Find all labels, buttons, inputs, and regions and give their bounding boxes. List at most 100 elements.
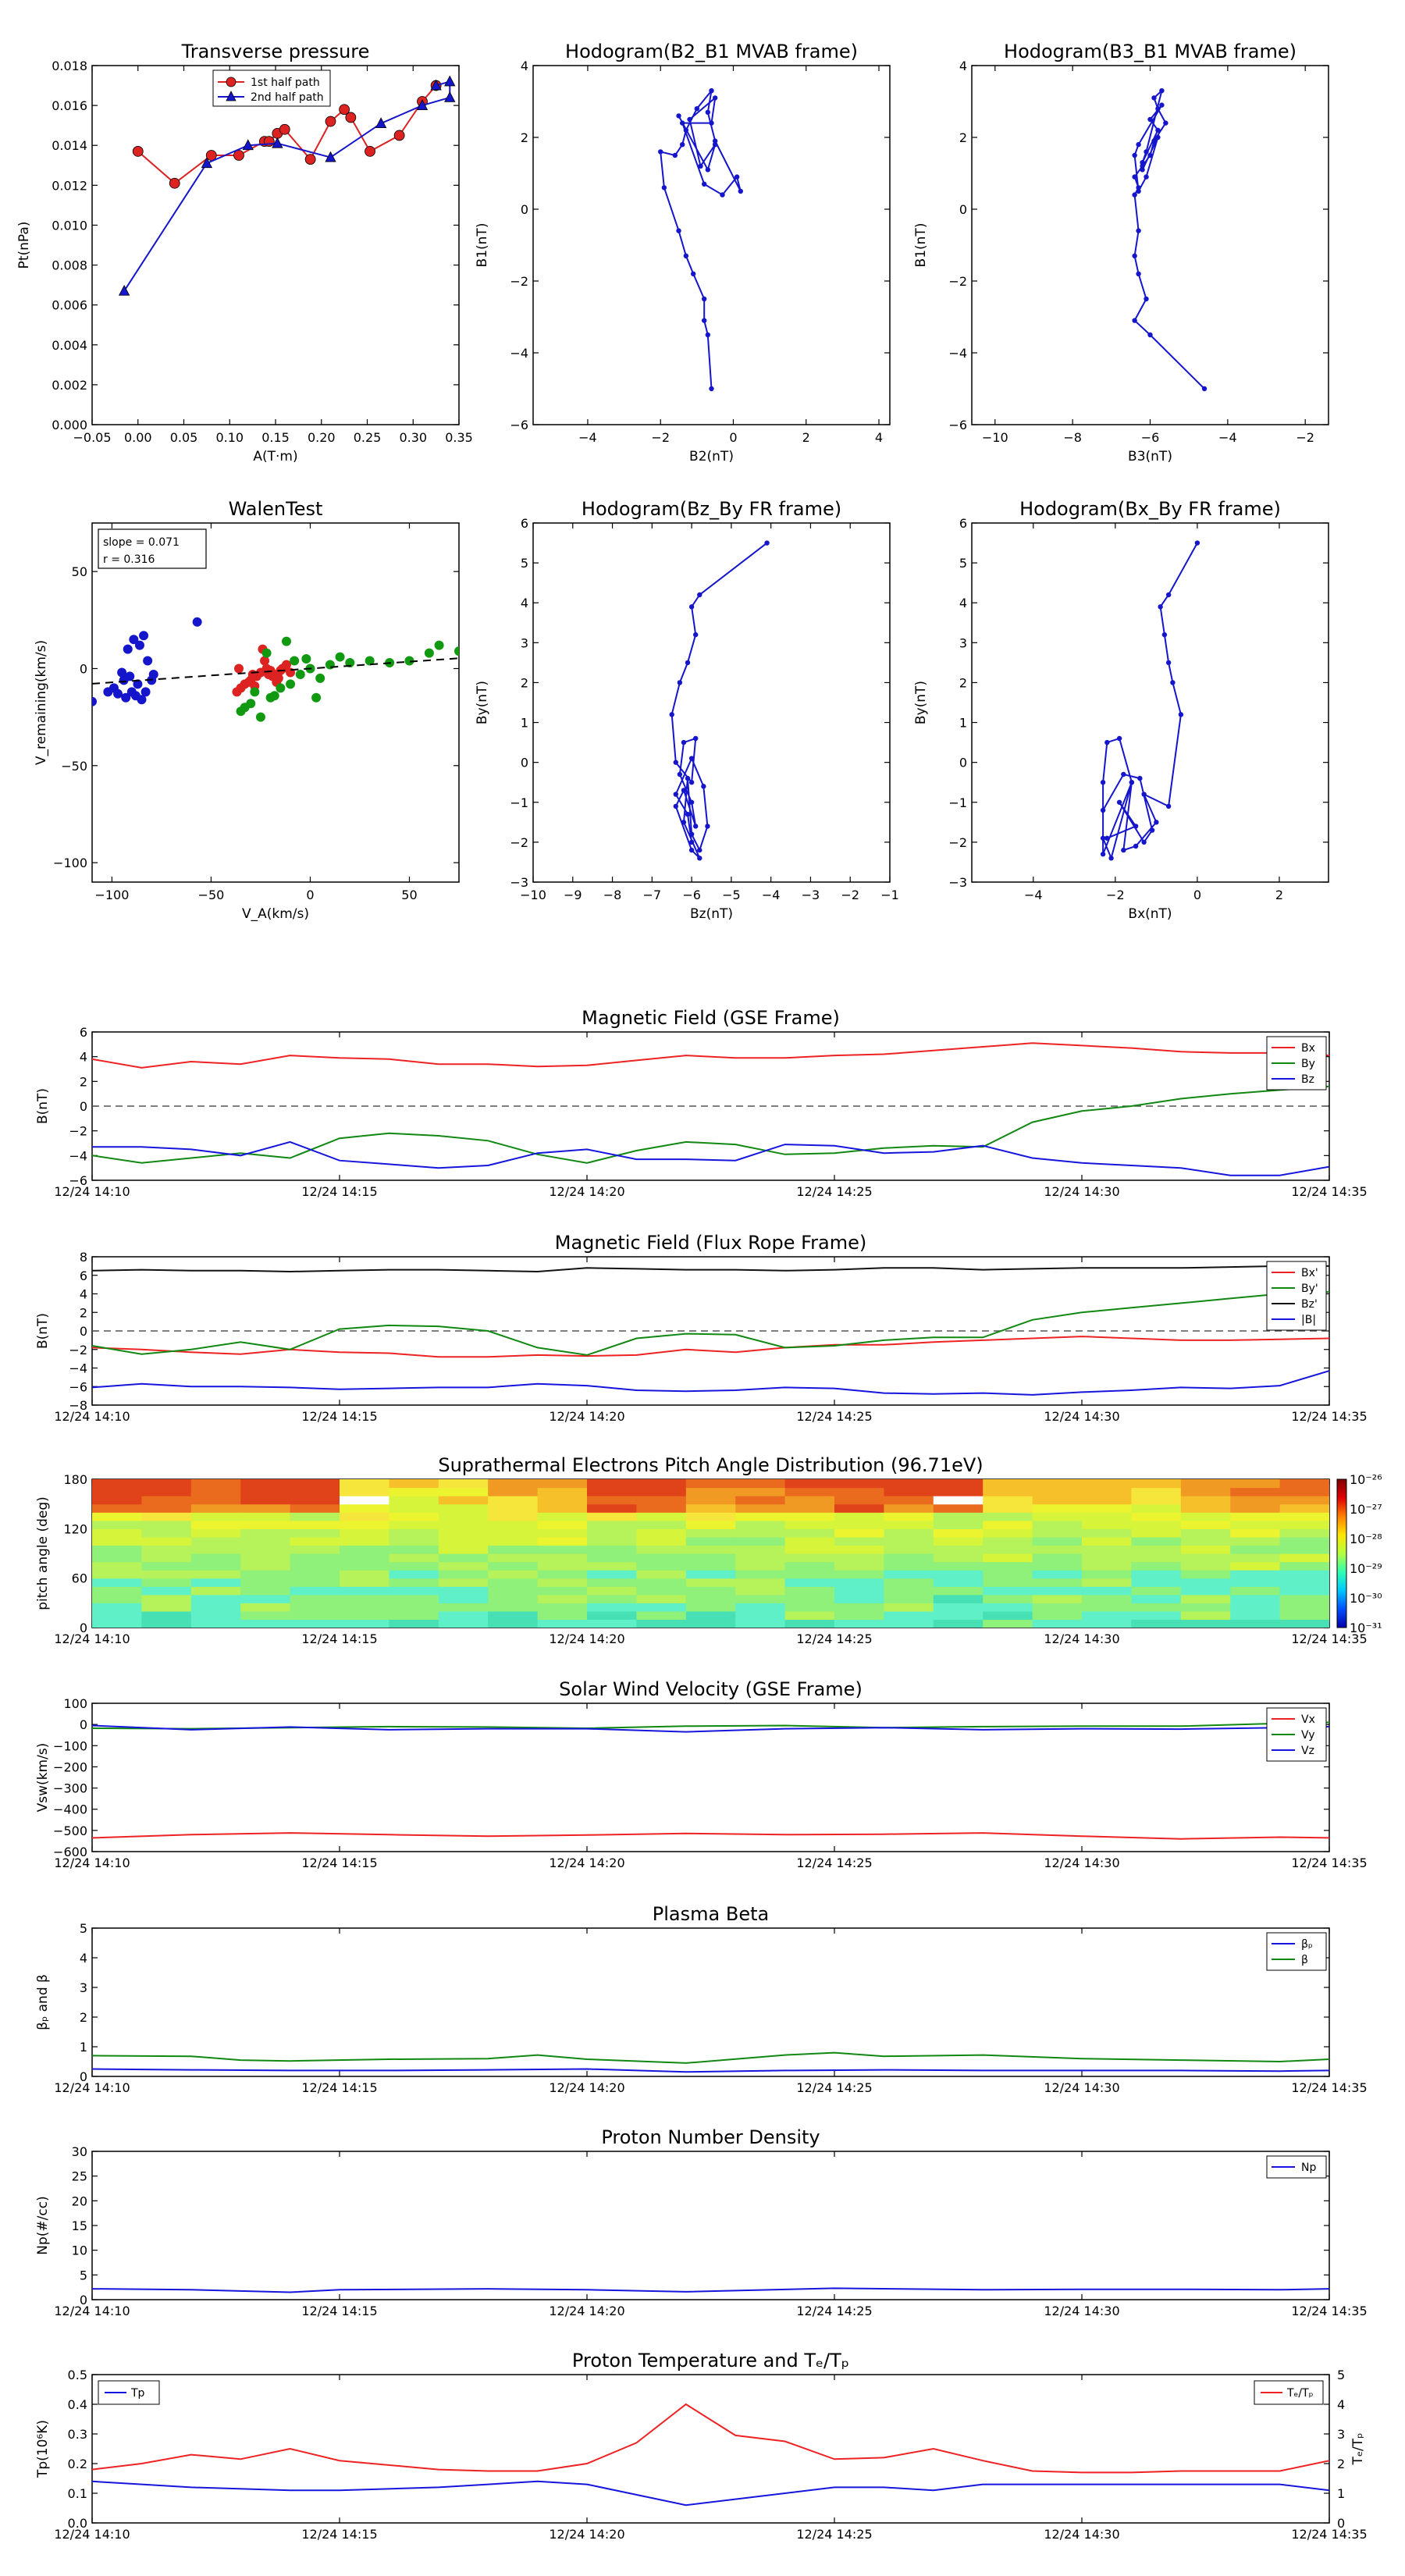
- heatmap-cell: [389, 1578, 439, 1587]
- heatmap-cell: [141, 1536, 192, 1546]
- heatmap-cell: [1131, 1570, 1182, 1579]
- data-marker: [345, 112, 357, 123]
- legend-label: Np: [1301, 2161, 1316, 2174]
- data-marker: [681, 820, 687, 825]
- panel-beta: Plasma Beta 12/24 14:10 12/24 14:15 12/24 1…: [35, 1903, 1368, 2095]
- heatmap-cell: [983, 1619, 1033, 1628]
- heatmap-cell: [290, 1512, 340, 1521]
- y-tick-label: 6: [80, 1025, 87, 1040]
- heatmap-cell: [884, 1528, 934, 1538]
- heatmap-cell: [488, 1536, 539, 1546]
- heatmap-cell: [488, 1520, 539, 1529]
- data-marker: [688, 831, 695, 837]
- data-marker: [1178, 712, 1184, 717]
- panel-tp: Transverse pressure−0.05 0.00 0.05 0.10 0.15…: [16, 41, 473, 464]
- y-tick-label: 4: [521, 596, 528, 610]
- x-tick-label: 0.20: [308, 430, 336, 445]
- heatmap-cell: [488, 1487, 539, 1496]
- heatmap-cell: [537, 1528, 588, 1538]
- heatmap-cell: [834, 1603, 884, 1612]
- y-tick-label-right: 4: [1337, 2397, 1345, 2412]
- heatmap-cell: [389, 1570, 439, 1579]
- x-tick-label: 12/24 14:20: [549, 2527, 624, 2542]
- heatmap-cell: [587, 1545, 637, 1554]
- heatmap-cell: [1230, 1512, 1281, 1521]
- x-tick-label: 12/24 14:30: [1044, 2080, 1119, 2095]
- heatmap-cell: [1131, 1496, 1182, 1505]
- heatmap-cell: [290, 1496, 340, 1505]
- heatmap-cell: [240, 1503, 291, 1513]
- plot-area: [91, 2151, 1330, 2300]
- heatmap-cell: [537, 1610, 588, 1621]
- y-tick-label-right: 2: [1337, 2457, 1345, 2471]
- heatmap-cell: [884, 1512, 934, 1521]
- heatmap-cell: [141, 1594, 192, 1603]
- heatmap-cell: [92, 1512, 142, 1521]
- heatmap-cell: [1230, 1503, 1281, 1513]
- heatmap-cell: [884, 1520, 934, 1529]
- heatmap-cell: [1082, 1610, 1132, 1621]
- x-tick-label: 12/24 14:30: [1044, 1856, 1119, 1870]
- heatmap-cell: [190, 1496, 241, 1505]
- data-marker: [709, 120, 714, 126]
- y-tick-label: 0: [80, 1099, 87, 1114]
- heatmap-cell: [240, 1528, 291, 1538]
- heatmap-cell: [784, 1586, 835, 1596]
- x-tick-label: 0: [729, 430, 737, 445]
- y-tick-label: 10: [72, 2243, 87, 2258]
- chart-title: Transverse pressure: [181, 41, 370, 62]
- heatmap-cell: [141, 1520, 192, 1529]
- data-marker: [1121, 771, 1126, 777]
- heatmap-cell: [1131, 1528, 1182, 1538]
- chart-title: Magnetic Field (GSE Frame): [582, 1007, 840, 1029]
- y-tick-label: 6: [80, 1268, 87, 1283]
- heatmap-cell: [1082, 1553, 1132, 1563]
- heatmap-cell: [438, 1512, 489, 1521]
- y-tick-label: 0: [959, 756, 967, 770]
- y-tick-label: 0.3: [68, 2427, 87, 2442]
- data-marker: [1100, 852, 1106, 857]
- data-marker: [688, 756, 695, 761]
- heatmap-cell: [933, 1561, 984, 1571]
- heatmap-cell: [240, 1594, 291, 1603]
- heatmap-cell: [784, 1578, 835, 1587]
- y-tick-label: 25: [72, 2169, 87, 2184]
- data-marker: [685, 811, 691, 817]
- y-tick-label: 1: [80, 2040, 87, 2055]
- heatmap-cell: [290, 1610, 340, 1621]
- heatmap-cell: [1279, 1496, 1329, 1505]
- heatmap-cell: [240, 1545, 291, 1554]
- x-axis-label: B2(nT): [689, 449, 734, 464]
- y-tick-label: 0.002: [52, 378, 87, 393]
- data-marker: [1129, 780, 1135, 785]
- heatmap-cell: [290, 1553, 340, 1563]
- y-tick-label: 0.016: [52, 98, 87, 113]
- heatmap-cell: [636, 1610, 687, 1621]
- heatmap-cell: [1131, 1561, 1182, 1571]
- plot-area: [91, 1927, 1330, 2077]
- heatmap-cell: [438, 1479, 489, 1489]
- heatmap-cell: [1180, 1479, 1231, 1489]
- heatmap-cell: [685, 1545, 736, 1554]
- data-marker: [1144, 174, 1149, 180]
- heatmap-cell: [636, 1520, 687, 1529]
- heatmap-cell: [1180, 1610, 1231, 1621]
- heatmap-cell: [1279, 1512, 1329, 1521]
- y-tick-label: 0.4: [68, 2397, 87, 2412]
- heatmap-cell: [1230, 1603, 1281, 1612]
- heatmap-cell: [636, 1594, 687, 1603]
- heatmap-cell: [1032, 1479, 1083, 1489]
- heatmap-cell: [537, 1586, 588, 1596]
- chart-title: Plasma Beta: [653, 1903, 769, 1925]
- heatmap-cell: [1279, 1619, 1329, 1628]
- heatmap-cell: [389, 1619, 439, 1628]
- x-tick-label: −2: [1296, 430, 1314, 445]
- data-marker: [1136, 142, 1141, 148]
- x-tick-label: 12/24 14:25: [796, 1631, 872, 1646]
- heatmap-cell: [1032, 1570, 1083, 1579]
- heatmap-cell: [488, 1553, 539, 1563]
- x-tick-label: −2: [841, 888, 859, 902]
- x-tick-label: −4: [1024, 888, 1043, 902]
- x-tick-label: −9: [564, 888, 582, 902]
- plot-area: [91, 2374, 1330, 2524]
